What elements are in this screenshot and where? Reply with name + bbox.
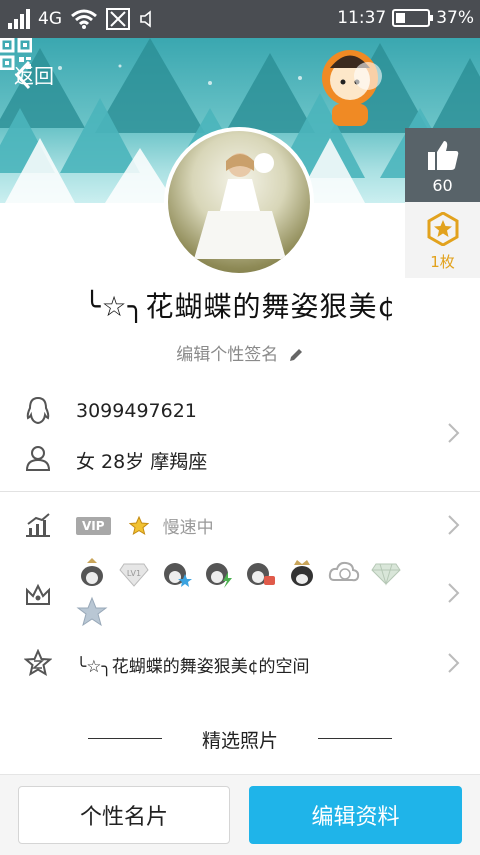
star-badge-icon <box>427 212 459 246</box>
penguin-star-medal-icon <box>160 556 192 588</box>
diamond-lv1-medal-icon: LV1 <box>118 556 150 588</box>
penguin-lightning-medal-icon <box>202 556 234 588</box>
star-medal-icon <box>76 596 108 628</box>
pencil-icon <box>289 349 302 361</box>
wifi-icon <box>71 9 97 29</box>
vip-status: 慢速中 <box>162 518 214 538</box>
battery-percent: 37% <box>436 8 474 28</box>
gender-age-sign: 女 28岁 摩羯座 <box>76 451 208 473</box>
signal-icon <box>8 9 30 29</box>
edit-signature-button[interactable]: 编辑个性签名 <box>0 340 480 365</box>
like-count: 60 <box>432 176 453 195</box>
medal-list: LV1 <box>76 556 426 628</box>
chevron-right-icon <box>448 583 460 603</box>
scissors-icon <box>106 8 130 30</box>
account-info-row[interactable]: 3099497621 女 28岁 摩羯座 <box>0 390 480 485</box>
featured-photos-title: 精选照片 <box>201 730 278 752</box>
vip-tag: VIP <box>76 516 111 535</box>
qzone-star-icon <box>24 649 52 677</box>
star-icon <box>128 515 149 535</box>
signature-placeholder: 编辑个性签名 <box>176 345 279 365</box>
thumbs-up-icon <box>428 141 459 170</box>
qq-penguin-icon <box>26 396 50 425</box>
space-label: ╰☆╮花蝴蝶的舞姿狠美¢的空间 <box>76 657 310 677</box>
clock: 11:37 <box>337 8 387 28</box>
chevron-right-icon <box>448 423 460 443</box>
svg-text:LV1: LV1 <box>127 569 141 578</box>
status-bar: 4G 11:37 37% <box>0 0 480 38</box>
cloud-v-medal-icon <box>328 556 360 588</box>
qr-code-icon[interactable] <box>0 38 32 70</box>
person-icon <box>25 446 51 471</box>
edit-profile-button[interactable]: 编辑资料 <box>249 786 462 844</box>
divider <box>0 491 480 492</box>
divider <box>318 738 392 739</box>
avatar-photo <box>194 153 286 259</box>
divider <box>88 738 162 739</box>
nickname: ╰☆╮花蝴蝶的舞姿狠美¢ <box>83 290 397 323</box>
crown-icon <box>26 583 50 605</box>
mute-icon <box>140 10 151 28</box>
growth-chart-icon <box>26 513 50 537</box>
vip-row[interactable]: VIP 慢速中 <box>0 500 480 550</box>
penguin-camera-medal-icon <box>244 556 276 588</box>
battery-icon <box>392 9 434 27</box>
badge-count: 1枚 <box>430 253 455 271</box>
qq-number: 3099497621 <box>76 400 197 422</box>
penguin-crown-medal-icon <box>286 556 318 588</box>
space-row[interactable]: ╰☆╮花蝴蝶的舞姿狠美¢的空间 <box>0 640 480 686</box>
network-type: 4G <box>38 9 62 29</box>
chevron-right-icon <box>448 515 460 535</box>
chevron-right-icon <box>448 653 460 673</box>
personal-card-button[interactable]: 个性名片 <box>18 786 230 844</box>
bottom-action-bar: 个性名片 编辑资料 <box>0 774 480 855</box>
featured-photos-header: 精选照片 <box>0 726 480 753</box>
badge-button[interactable]: 1枚 <box>405 202 480 278</box>
avatar[interactable] <box>164 127 314 277</box>
like-button[interactable]: 60 <box>405 128 480 202</box>
penguin-medal-icon <box>76 556 108 588</box>
diamond-medal-icon <box>370 556 402 588</box>
